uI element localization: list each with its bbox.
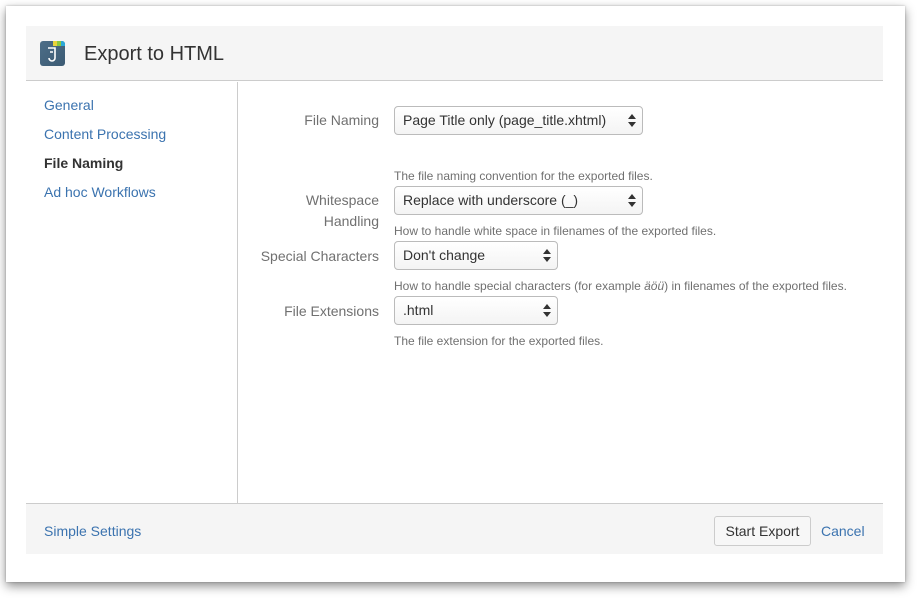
whitespace-label-line2: Handling [323,213,379,229]
whitespace-label-line1: Whitespace [305,192,379,208]
icon-color-strip [53,41,65,46]
whitespace-description: How to handle white space in filenames o… [394,224,717,238]
sidebar-item-file-naming[interactable]: File Naming [44,154,123,172]
special-chars-select[interactable]: Don't change [394,241,558,270]
dialog-footer: Simple Settings Start Export Cancel [26,503,883,554]
file-naming-select[interactable]: Page Title only (page_title.xhtml) [394,106,643,135]
extensions-label: File Extensions [284,303,379,319]
sidebar-item-general[interactable]: General [44,96,94,114]
select-arrows-icon [628,114,636,127]
export-app-icon [40,41,65,66]
start-export-button[interactable]: Start Export [714,516,811,546]
settings-sidebar: General Content Processing File Naming A… [26,82,238,503]
select-arrows-icon [628,194,636,207]
file-naming-label: File Naming [304,112,379,128]
special-chars-desc-before: How to handle special characters (for ex… [394,279,645,293]
sidebar-item-ad-hoc-workflows[interactable]: Ad hoc Workflows [44,183,156,201]
cancel-link[interactable]: Cancel [821,522,865,540]
dialog-header: Export to HTML [26,26,883,81]
special-chars-label: Special Characters [260,248,379,264]
settings-content: File Naming Page Title only (page_title.… [239,82,883,503]
select-arrows-icon [543,304,551,317]
file-naming-value: Page Title only (page_title.xhtml) [403,112,607,128]
special-chars-desc-after: ) in filenames of the exported files. [664,279,847,293]
special-chars-description: How to handle special characters (for ex… [394,279,847,293]
whitespace-select[interactable]: Replace with underscore (_) [394,186,643,215]
special-chars-value: Don't change [403,247,486,263]
dialog-title: Export to HTML [84,43,225,65]
file-naming-description: The file naming convention for the expor… [394,169,653,183]
simple-settings-link[interactable]: Simple Settings [44,522,141,540]
extensions-value: .html [403,302,434,318]
document-glyph-icon [48,47,56,62]
select-arrows-icon [543,249,551,262]
whitespace-value: Replace with underscore (_) [403,192,579,208]
export-dialog: Export to HTML General Content Processin… [26,26,883,554]
special-chars-desc-example: äöü [644,279,665,293]
extensions-select[interactable]: .html [394,296,558,325]
extensions-description: The file extension for the exported file… [394,334,604,348]
sidebar-item-content-processing[interactable]: Content Processing [44,125,166,143]
